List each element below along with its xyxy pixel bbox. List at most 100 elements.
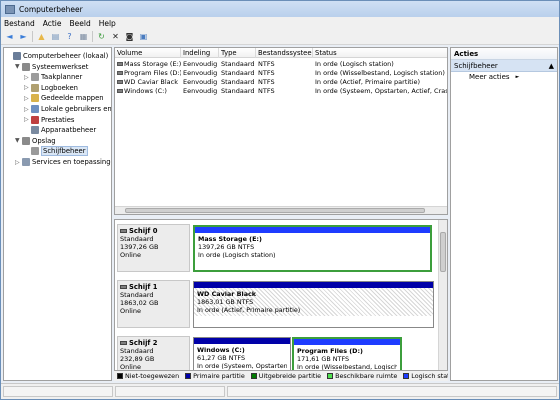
action-more-actions[interactable]: Meer acties ►	[451, 72, 557, 83]
partition-size: 171,61 GB NTFS	[297, 355, 350, 363]
delete-icon[interactable]: ✕	[110, 31, 121, 42]
expand-arrow-icon[interactable]: ▷	[15, 159, 22, 166]
menu-actie[interactable]: Actie	[43, 19, 62, 28]
menu-help[interactable]: Help	[99, 19, 116, 28]
services-icon	[22, 158, 30, 166]
tree-item-apparaatbeheer[interactable]: Apparaatbeheer	[24, 125, 96, 135]
table-cell: Windows (C:)	[115, 87, 181, 96]
partition-size: 61,27 GB NTFS	[197, 354, 245, 362]
disk-name-label: Schijf 0	[129, 227, 158, 235]
expand-arrow-icon[interactable]: ▷	[24, 74, 31, 81]
legend-label: Logisch station	[411, 372, 448, 380]
menu-bestand[interactable]: Bestand	[4, 19, 35, 28]
legend-label: Beschikbare ruimte	[335, 372, 398, 380]
cell-text: WD Caviar Black	[124, 78, 178, 86]
storage-icon	[22, 136, 30, 145]
disk-info[interactable]: Schijf 2 Standaard 232,89 GB Online	[117, 336, 190, 370]
forward-arrow-icon[interactable]: ►	[18, 31, 29, 42]
column-header-indeling[interactable]: Indeling	[181, 48, 219, 58]
tree-item-logboeken[interactable]: ▷ Logboeken	[24, 83, 78, 93]
table-cell: NTFS	[256, 78, 313, 87]
check-disk-icon[interactable]: ◙	[124, 31, 135, 42]
table-cell: Eenvoudig	[181, 69, 219, 78]
partition-mass-storage-e[interactable]: Mass Storage (E:) 1397,26 GB NTFS In orde …	[193, 225, 432, 272]
tree-item-lokale-gebruikers-en-groepen[interactable]: ▷ Lokale gebruikers en groepen	[24, 104, 111, 114]
actions-pane: Acties Schijfbeheer ▲ Meer acties ►	[450, 47, 558, 381]
table-row[interactable]: Mass Storage (E:) Eenvoudig Standaard NTFS I…	[115, 60, 447, 69]
legend-item: Uitgebreide partitie	[250, 372, 321, 380]
cell-text: Eenvoudig	[183, 69, 218, 77]
disk-management-icon	[31, 147, 39, 156]
expand-arrow-icon[interactable]: ▼	[15, 63, 22, 70]
disk-view-vertical-scrollbar[interactable]	[438, 220, 447, 370]
legend-swatch	[185, 373, 192, 379]
disk-graphical-view: Schijf 0 Standaard 1397,26 GB Online Mass St…	[114, 219, 448, 371]
column-header-type[interactable]: Type	[219, 48, 256, 58]
cell-text: Standaard	[221, 60, 255, 68]
tree-item-schijfbeheer[interactable]: Schijfbeheer	[24, 146, 88, 157]
partition-program-files-d[interactable]: Program Files (D:) 171,61 GB NTFS In orde …	[292, 337, 402, 370]
tree-item-computerbeheer-lokaal-[interactable]: Computerbeheer (lokaal)	[6, 51, 108, 61]
show-hide-tree-icon[interactable]: ▤	[50, 31, 61, 42]
scrollbar-thumb[interactable]	[125, 208, 425, 213]
expand-arrow-icon[interactable]: ▷	[24, 106, 31, 113]
actions-section-schijfbeheer[interactable]: Schijfbeheer ▲	[451, 60, 557, 72]
tree-item-label: Opslag	[32, 136, 56, 145]
tree-item-label: Prestaties	[41, 115, 75, 124]
column-header-bestandssysteem[interactable]: Bestandssysteem	[256, 48, 313, 58]
event-viewer-icon	[31, 83, 39, 92]
status-segment	[3, 386, 113, 397]
tree-item-label: Services en toepassingen	[32, 158, 112, 166]
expand-arrow-icon[interactable]: ▷	[24, 84, 31, 91]
partition-windows-c[interactable]: Windows (C:) 61,27 GB NTFS In orde (Systee…	[193, 337, 291, 370]
tree-item-services-en-toepassingen[interactable]: ▷ Services en toepassingen	[15, 157, 112, 167]
refresh-icon[interactable]: ↻	[96, 31, 107, 42]
disk-info[interactable]: Schijf 0 Standaard 1397,26 GB Online	[117, 224, 190, 272]
partition-name: Program Files (D:)	[297, 347, 363, 355]
scrollbar-thumb[interactable]	[440, 232, 446, 272]
menu-beeld[interactable]: Beeld	[69, 19, 90, 28]
volume-drive-icon	[117, 71, 123, 75]
disk-type: Standaard	[120, 291, 154, 299]
column-header-status[interactable]: Status	[313, 48, 447, 58]
volume-list-horizontal-scrollbar[interactable]	[115, 206, 447, 214]
table-cell: NTFS	[256, 69, 313, 78]
tree-item-prestaties[interactable]: ▷ Prestaties	[24, 115, 74, 125]
table-row[interactable]: Program Files (D:) Eenvoudig Standaard NTFS…	[115, 69, 447, 78]
partition-details: Windows (C:) 61,27 GB NTFS In orde (Systee…	[194, 344, 290, 370]
tree-item-systeemwerkset[interactable]: ▼ Systeemwerkset	[15, 62, 88, 72]
tree-item-opslag[interactable]: ▼ Opslag	[15, 136, 56, 146]
table-cell: Standaard	[219, 87, 256, 96]
disk-size: 1397,26 GB	[120, 243, 159, 251]
properties-icon[interactable]: ▦	[78, 31, 89, 42]
expand-arrow-icon[interactable]: ▷	[24, 95, 31, 102]
expand-arrow-icon[interactable]: ▷	[24, 116, 31, 123]
disk-info[interactable]: Schijf 1 Standaard 1863,02 GB Online	[117, 280, 190, 328]
shared-folders-icon	[31, 94, 39, 103]
expand-arrow-icon[interactable]: ▼	[15, 137, 22, 144]
navigation-tree: Computerbeheer (lokaal) ▼ Systeemwerkset ▷ T…	[3, 47, 112, 381]
disk-state: Online	[120, 307, 141, 315]
back-arrow-icon[interactable]: ◄	[4, 31, 15, 42]
folder-up-icon[interactable]: ▲	[36, 31, 47, 42]
column-header-volume[interactable]: Volume	[115, 48, 181, 58]
help-icon[interactable]: ?	[64, 31, 75, 42]
system-tools-icon	[22, 62, 30, 71]
window-title: Computerbeheer	[19, 4, 83, 14]
table-cell: Standaard	[219, 60, 256, 69]
partition-wd-caviar-black[interactable]: WD Caviar Black 1863,01 GB NTFS In orde (A…	[193, 281, 434, 328]
collapse-arrow-icon[interactable]: ▲	[549, 60, 554, 71]
table-cell: WD Caviar Black	[115, 78, 181, 87]
tree-item-taakplanner[interactable]: ▷ Taakplanner	[24, 72, 82, 82]
export-list-icon[interactable]: ▣	[138, 31, 149, 42]
legend-item: Logisch station	[403, 372, 448, 380]
table-row[interactable]: Windows (C:) Eenvoudig Standaard NTFS In ord…	[115, 87, 447, 96]
tree-item-gedeelde-mappen[interactable]: ▷ Gedeelde mappen	[24, 93, 104, 103]
computer-management-icon	[13, 52, 21, 60]
table-row[interactable]: WD Caviar Black Eenvoudig Standaard NTFS In …	[115, 78, 447, 87]
cell-text: Mass Storage (E:)	[124, 60, 181, 68]
legend-label: Niet-toegewezen	[125, 372, 180, 380]
title-bar: Computerbeheer	[1, 1, 559, 17]
table-cell: Eenvoudig	[181, 60, 219, 69]
cell-text: NTFS	[258, 60, 275, 68]
